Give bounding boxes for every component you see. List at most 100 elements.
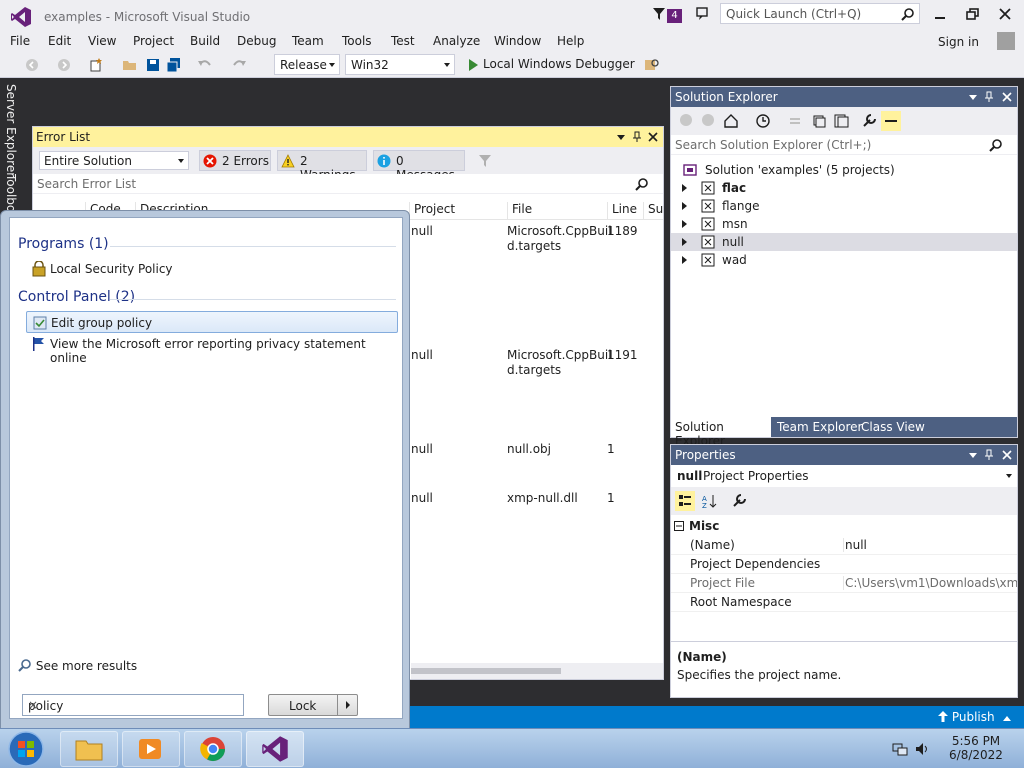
collapse-all-icon[interactable]: [811, 113, 827, 129]
notification-count-badge[interactable]: 4: [667, 9, 682, 23]
network-icon[interactable]: [892, 741, 908, 757]
error-scope-select[interactable]: Entire Solution: [39, 151, 189, 170]
property-pages-wrench-icon[interactable]: [731, 493, 747, 509]
taskbar-media-player[interactable]: [122, 731, 180, 767]
save-icon[interactable]: [145, 57, 161, 73]
tab-team-explorer[interactable]: Team Explorer: [773, 417, 867, 437]
tree-item-null[interactable]: null: [671, 233, 1017, 251]
clear-search-icon[interactable]: ×: [28, 698, 237, 712]
pending-changes-icon[interactable]: [755, 113, 771, 129]
build-filter-icon[interactable]: [477, 153, 493, 169]
account-icon[interactable]: [997, 32, 1015, 50]
solution-explorer-search-input[interactable]: Search Solution Explorer (Ctrl+;): [671, 135, 1017, 155]
error-list-horizontal-scrollbar[interactable]: [411, 663, 663, 679]
forward-icon[interactable]: [701, 113, 715, 127]
warnings-filter-button[interactable]: 2 Warnings: [277, 150, 367, 182]
new-project-icon[interactable]: [88, 57, 104, 73]
pin-icon[interactable]: [983, 91, 995, 103]
messages-filter-button[interactable]: 0 Messages: [373, 150, 465, 182]
menu-test[interactable]: Test: [391, 34, 415, 48]
start-debugging-icon[interactable]: [465, 57, 481, 73]
menu-file[interactable]: File: [10, 34, 30, 48]
property-row-name[interactable]: (Name) null: [671, 536, 1017, 555]
lock-button[interactable]: Lock: [268, 694, 358, 716]
pane-menu-icon[interactable]: [967, 449, 979, 461]
configuration-select[interactable]: Release: [274, 54, 340, 75]
open-file-icon[interactable]: [122, 57, 138, 73]
expand-arrow-icon[interactable]: [682, 238, 687, 246]
server-explorer-tab[interactable]: Server Explorer: [4, 84, 18, 177]
navigate-back-icon[interactable]: [24, 57, 40, 73]
collapse-icon[interactable]: [674, 521, 684, 531]
home-icon[interactable]: [723, 113, 739, 129]
property-row-root-namespace[interactable]: Root Namespace: [671, 593, 1017, 612]
expand-arrow-icon[interactable]: [682, 202, 687, 210]
taskbar-file-explorer[interactable]: [60, 731, 118, 767]
save-all-icon[interactable]: [166, 57, 182, 73]
column-project[interactable]: Project: [409, 202, 507, 220]
alphabetical-sort-icon[interactable]: AZ: [701, 493, 717, 509]
result-error-reporting-privacy[interactable]: View the Microsoft error reporting priva…: [26, 333, 398, 365]
column-file[interactable]: File: [507, 202, 607, 220]
expand-arrow-icon[interactable]: [682, 184, 687, 192]
control-panel-header[interactable]: Control Panel (2): [18, 289, 135, 305]
tree-item-solution[interactable]: Solution 'examples' (5 projects): [671, 161, 1017, 179]
menu-window[interactable]: Window: [494, 34, 541, 48]
expand-arrow-icon[interactable]: [682, 220, 687, 228]
menu-team[interactable]: Team: [292, 34, 324, 48]
tree-item-msn[interactable]: msn: [671, 215, 1017, 233]
column-suppression[interactable]: Sup: [643, 202, 663, 220]
error-list-search-input[interactable]: Search Error List: [33, 174, 663, 194]
programs-header[interactable]: Programs (1): [18, 236, 109, 252]
property-value[interactable]: C:\Users\vm1\Downloads\xmp\r: [843, 576, 1017, 590]
property-row-dependencies[interactable]: Project Dependencies: [671, 555, 1017, 574]
show-all-files-icon[interactable]: [833, 113, 849, 129]
sync-icon[interactable]: [787, 113, 803, 129]
pane-menu-icon[interactable]: [967, 91, 979, 103]
close-window-icon[interactable]: [990, 4, 1020, 24]
expand-arrow-icon[interactable]: [682, 256, 687, 264]
properties-object-select[interactable]: null Project Properties: [671, 465, 1017, 487]
find-in-files-icon[interactable]: [644, 57, 660, 73]
menu-view[interactable]: View: [88, 34, 116, 48]
taskbar-visual-studio[interactable]: [246, 731, 304, 767]
result-local-security-policy[interactable]: Local Security Policy: [26, 258, 398, 280]
tree-item-wad[interactable]: wad: [671, 251, 1017, 269]
menu-help[interactable]: Help: [557, 34, 584, 48]
sign-in-link[interactable]: Sign in: [938, 35, 979, 49]
property-category-misc[interactable]: Misc: [671, 517, 1017, 536]
pin-icon[interactable]: [631, 131, 643, 143]
see-more-results-link[interactable]: See more results: [18, 658, 137, 673]
redo-icon[interactable]: [231, 57, 247, 73]
publish-button[interactable]: Publish: [938, 710, 995, 724]
quick-launch-input[interactable]: Quick Launch (Ctrl+Q): [720, 3, 920, 24]
close-pane-icon[interactable]: [1001, 449, 1013, 461]
menu-build[interactable]: Build: [190, 34, 220, 48]
menu-project[interactable]: Project: [133, 34, 174, 48]
properties-wrench-icon[interactable]: [861, 113, 877, 129]
feedback-icon[interactable]: [695, 6, 711, 22]
scrollbar-thumb[interactable]: [411, 668, 561, 674]
power-options-button[interactable]: [337, 695, 357, 715]
categorized-icon[interactable]: [675, 491, 695, 511]
notification-flag-icon[interactable]: [652, 7, 666, 21]
tab-class-view[interactable]: Class View: [857, 417, 929, 437]
taskbar-clock[interactable]: 5:56 PM 6/8/2022: [948, 734, 1004, 762]
close-pane-icon[interactable]: [647, 131, 659, 143]
tab-solution-explorer[interactable]: Solution Explorer: [671, 417, 771, 448]
menu-debug[interactable]: Debug: [237, 34, 276, 48]
start-debugger-button[interactable]: Local Windows Debugger: [483, 57, 635, 71]
start-menu-search-input[interactable]: policy ×: [22, 694, 244, 716]
preview-selected-icon[interactable]: [881, 111, 901, 131]
platform-select[interactable]: Win32: [345, 54, 455, 75]
column-line[interactable]: Line: [607, 202, 643, 220]
close-pane-icon[interactable]: [1001, 91, 1013, 103]
result-edit-group-policy[interactable]: Edit group policy: [26, 311, 398, 333]
property-value[interactable]: null: [843, 538, 1017, 552]
windows-start-orb-icon[interactable]: [6, 730, 46, 768]
navigate-forward-icon[interactable]: [56, 57, 72, 73]
restore-icon[interactable]: [958, 4, 988, 24]
minimize-icon[interactable]: [925, 4, 955, 24]
property-row-project-file[interactable]: Project File C:\Users\vm1\Downloads\xmp\…: [671, 574, 1017, 593]
menu-tools[interactable]: Tools: [342, 34, 372, 48]
